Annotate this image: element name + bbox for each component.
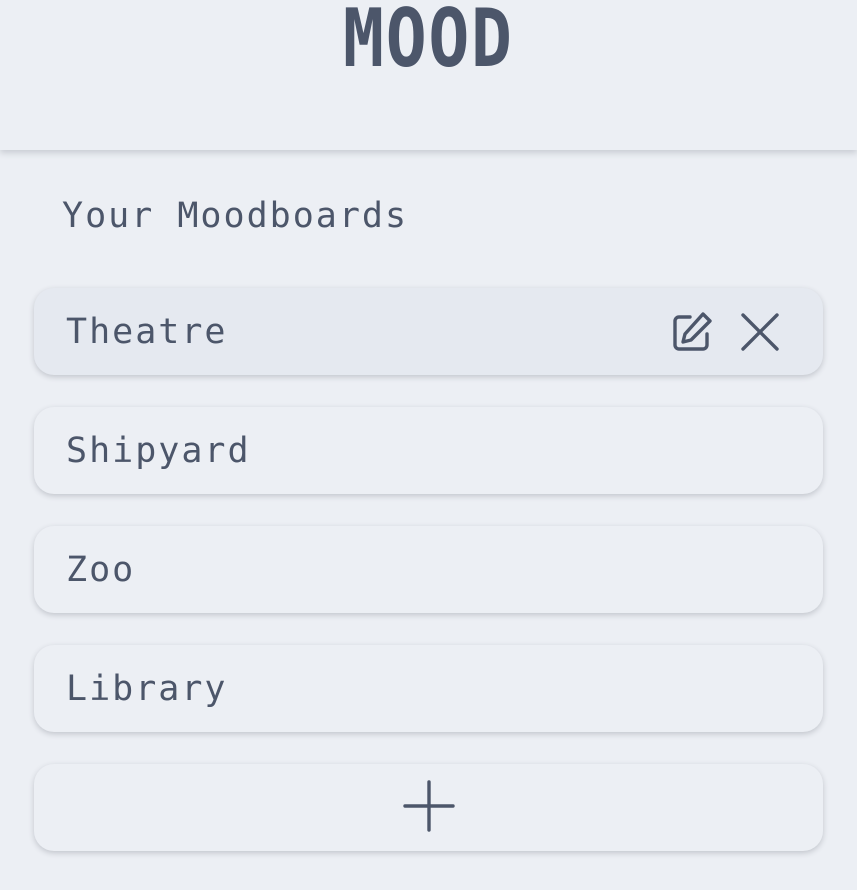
plus-icon bbox=[402, 779, 456, 837]
moodboard-name: Zoo bbox=[66, 549, 136, 590]
add-moodboard-button[interactable] bbox=[34, 764, 823, 851]
moodboard-item-library[interactable]: Library bbox=[34, 645, 823, 732]
edit-icon[interactable] bbox=[669, 309, 715, 355]
moodboard-item-shipyard[interactable]: Shipyard bbox=[34, 407, 823, 494]
close-icon[interactable] bbox=[737, 309, 783, 355]
moodboard-name: Shipyard bbox=[66, 430, 251, 471]
section-title: Your Moodboards bbox=[62, 196, 409, 236]
app-title: MOOD bbox=[343, 0, 514, 85]
moodboard-actions bbox=[669, 309, 783, 355]
moodboard-item-theatre[interactable]: Theatre bbox=[34, 288, 823, 375]
moodboard-item-zoo[interactable]: Zoo bbox=[34, 526, 823, 613]
moodboard-name: Theatre bbox=[66, 311, 228, 352]
moodboard-list: Theatre Shipyard Zoo Library bbox=[34, 288, 823, 764]
moodboard-name: Library bbox=[66, 668, 228, 709]
app-header: MOOD bbox=[0, 0, 857, 150]
